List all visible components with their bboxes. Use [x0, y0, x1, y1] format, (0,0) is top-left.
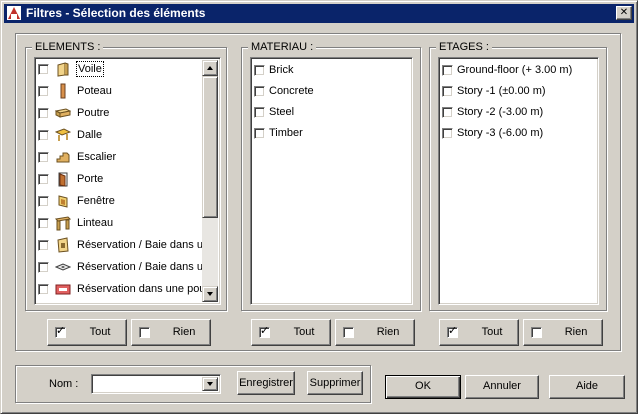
cancel-button[interactable]: Annuler [465, 375, 539, 399]
name-combobox[interactable] [91, 374, 221, 394]
filters-panel [15, 33, 621, 351]
help-button[interactable]: Aide [549, 375, 625, 399]
name-label: Nom : [49, 378, 79, 390]
close-button[interactable]: ✕ [616, 6, 632, 20]
delete-button[interactable]: Supprimer [307, 371, 363, 395]
ok-button[interactable]: OK [385, 375, 461, 399]
app-icon [7, 6, 21, 20]
save-button[interactable]: Enregistrer [237, 371, 295, 395]
chevron-down-icon[interactable] [202, 377, 218, 391]
close-icon: ✕ [619, 7, 629, 18]
dialog-window: Filtres - Sélection des éléments ✕ ELEME… [0, 0, 638, 414]
window-title: Filtres - Sélection des éléments [26, 6, 206, 20]
title-bar: Filtres - Sélection des éléments ✕ [4, 4, 634, 23]
